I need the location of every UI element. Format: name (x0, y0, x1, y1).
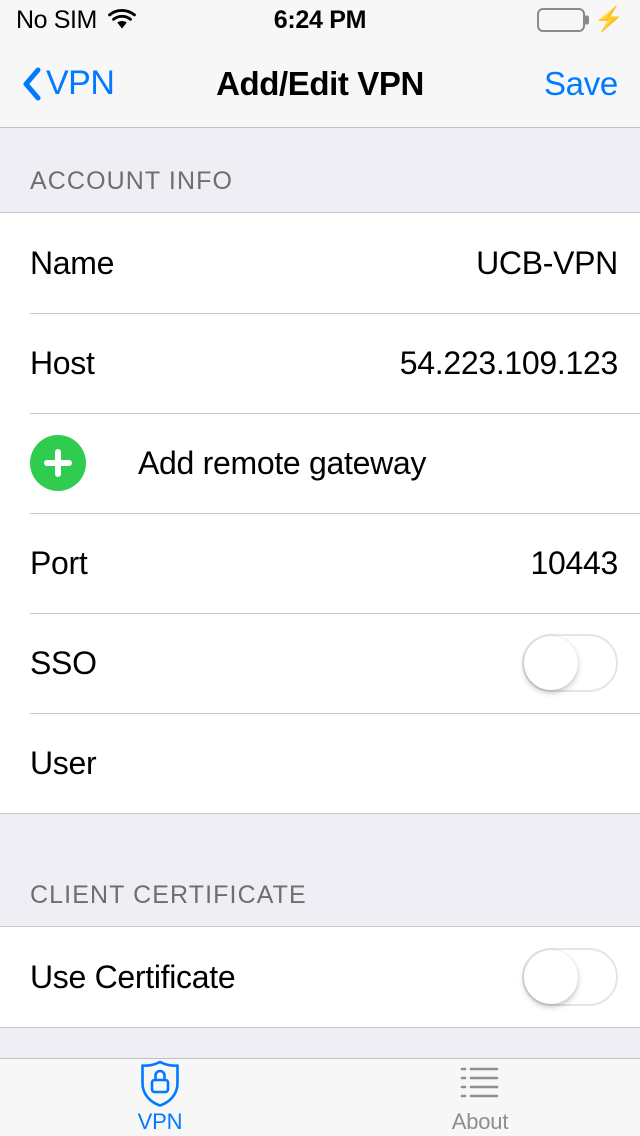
tab-about[interactable]: About (320, 1059, 640, 1136)
sso-toggle-knob (524, 636, 578, 690)
section-account-info: Name UCB-VPN Host 54.223.109.123 Add rem… (0, 212, 640, 814)
row-port[interactable]: Port 10443 (0, 513, 640, 613)
row-use-certificate-label: Use Certificate (30, 958, 236, 995)
back-button[interactable]: VPN (22, 64, 115, 103)
row-name-label: Name (30, 244, 115, 281)
row-name[interactable]: Name UCB-VPN (0, 213, 640, 313)
nav-bar: VPN Add/Edit VPN Save (0, 40, 640, 128)
carrier-label: No SIM (16, 5, 97, 34)
charging-bolt-icon: ⚡ (594, 6, 624, 33)
section-header-client-certificate: CLIENT CERTIFICATE (0, 814, 640, 926)
chevron-left-icon (22, 67, 42, 101)
wifi-icon (107, 9, 137, 31)
row-add-remote-gateway[interactable]: Add remote gateway (0, 413, 640, 513)
row-user-label: User (30, 744, 97, 781)
status-bar: No SIM 6:24 PM ⚡ (0, 0, 640, 40)
shield-lock-icon (138, 1060, 182, 1107)
row-user[interactable]: User (0, 713, 640, 813)
save-button[interactable]: Save (544, 65, 618, 103)
row-use-certificate[interactable]: Use Certificate (0, 927, 640, 1027)
row-port-label: Port (30, 544, 88, 581)
plus-circle-icon[interactable] (30, 435, 86, 491)
list-icon (460, 1060, 500, 1106)
status-bar-left: No SIM (16, 6, 137, 35)
row-sso[interactable]: SSO (0, 613, 640, 713)
row-sso-label: SSO (30, 644, 97, 681)
phone-screen: No SIM 6:24 PM ⚡ VPN Add/Edit VPN Save A… (0, 0, 640, 1136)
use-certificate-toggle[interactable] (522, 948, 618, 1006)
section-client-certificate: Use Certificate (0, 926, 640, 1028)
tab-about-label: About (451, 1109, 509, 1134)
tab-bar: VPN About (0, 1058, 640, 1136)
row-port-value[interactable]: 10443 (531, 545, 619, 582)
row-host-label: Host (30, 344, 95, 381)
use-certificate-toggle-knob (524, 950, 578, 1004)
status-bar-right: ⚡ (537, 8, 624, 32)
tab-vpn-label: VPN (137, 1109, 183, 1134)
tab-vpn[interactable]: VPN (0, 1059, 320, 1136)
sso-toggle[interactable] (522, 634, 618, 692)
settings-list: ACCOUNT INFO Name UCB-VPN Host 54.223.10… (0, 128, 640, 1058)
list-bottom-spacer (0, 1028, 640, 1058)
battery-icon (537, 8, 590, 32)
row-host[interactable]: Host 54.223.109.123 (0, 313, 640, 413)
section-header-account-info: ACCOUNT INFO (0, 128, 640, 212)
row-name-value[interactable]: UCB-VPN (476, 245, 618, 282)
add-remote-gateway-label: Add remote gateway (138, 444, 427, 481)
row-host-value[interactable]: 54.223.109.123 (400, 345, 619, 382)
back-button-label: VPN (46, 64, 115, 102)
